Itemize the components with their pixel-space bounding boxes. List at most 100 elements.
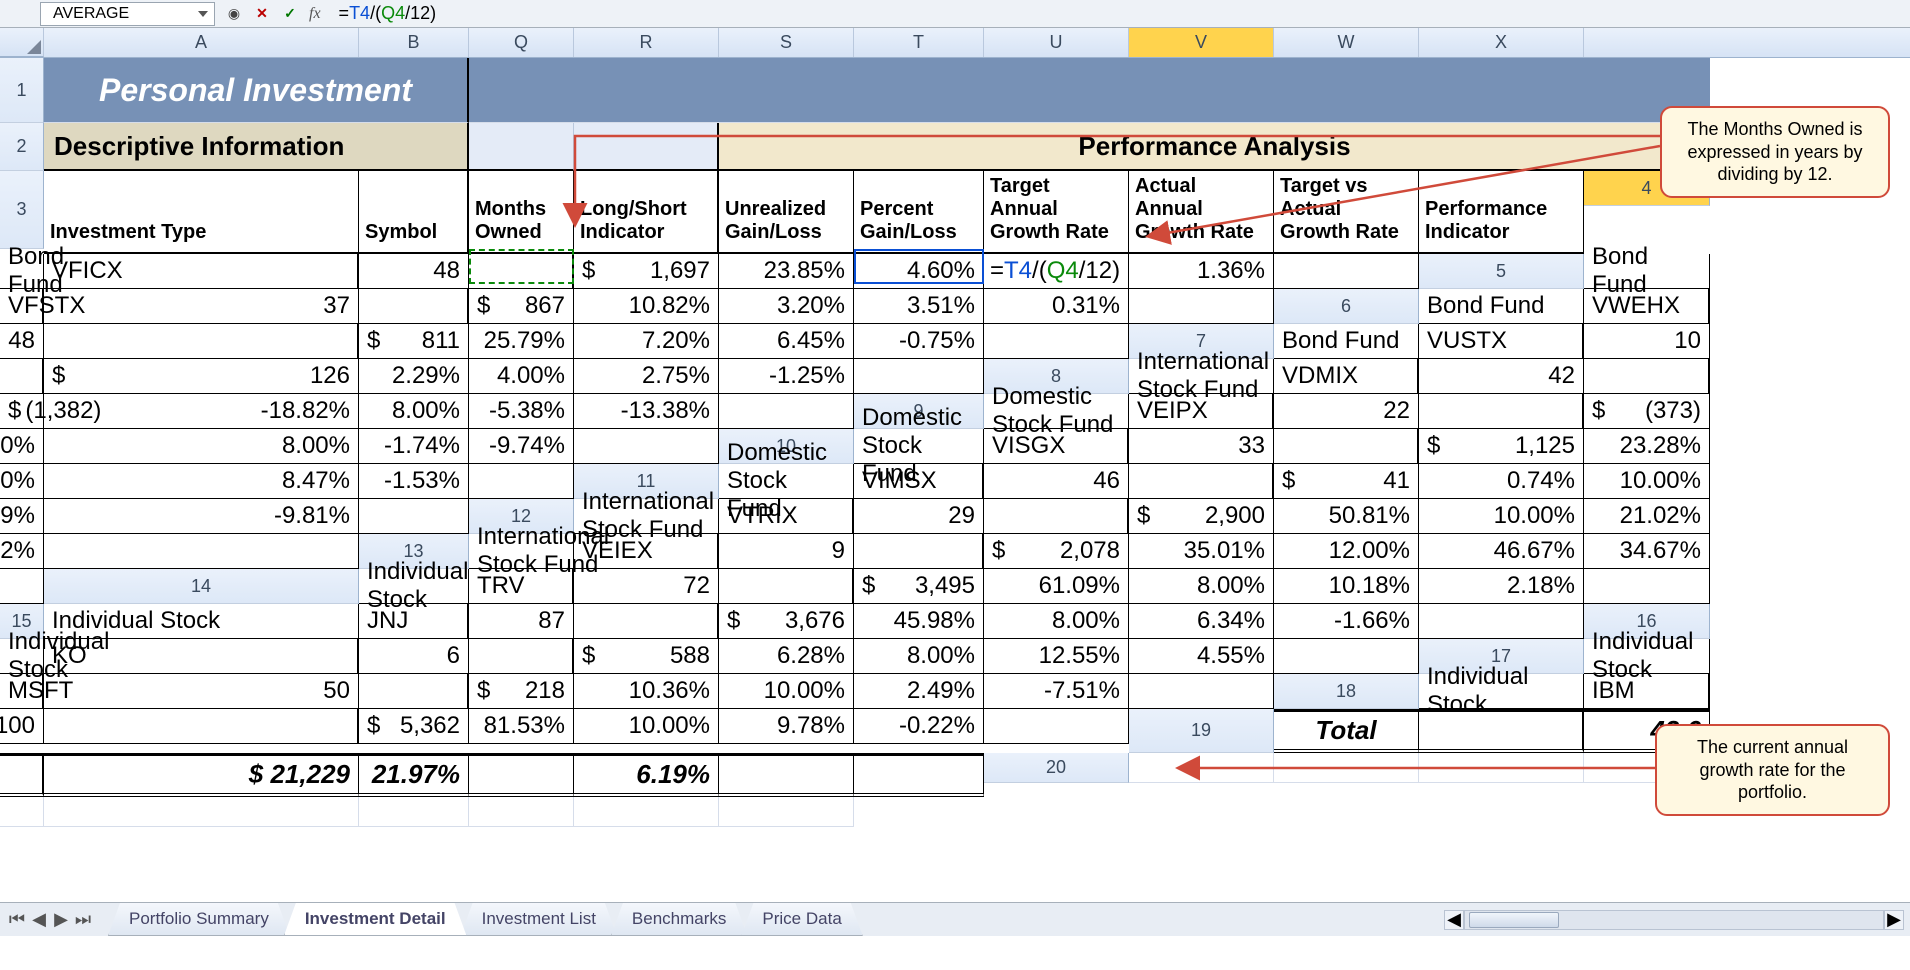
- cell-perf-15[interactable]: [1419, 604, 1584, 639]
- cell-tva-16[interactable]: 4.55%: [1129, 639, 1274, 674]
- cell-tva-13[interactable]: 34.67%: [1584, 534, 1710, 569]
- cell-target-5[interactable]: 3.20%: [719, 289, 854, 324]
- cell-gain-8[interactable]: $(1,382): [0, 394, 44, 429]
- cell-target-7[interactable]: 4.00%: [469, 359, 574, 394]
- row-header-14[interactable]: 14: [44, 569, 359, 604]
- cell-months-8[interactable]: 42: [1419, 359, 1584, 394]
- cell-target-18[interactable]: 10.00%: [574, 709, 719, 744]
- cell-symbol-18[interactable]: IBM: [1584, 674, 1710, 709]
- tab-nav-first[interactable]: ⏮: [6, 909, 28, 931]
- cell-tva-7[interactable]: -1.25%: [719, 359, 854, 394]
- sheet-tab-investment-list[interactable]: Investment List: [461, 903, 617, 936]
- cell-type-7[interactable]: Bond Fund: [1274, 324, 1419, 359]
- col-header-T[interactable]: T: [854, 28, 984, 57]
- cell-type-4[interactable]: Bond Fund: [0, 254, 44, 289]
- sheet-tab-price-data[interactable]: Price Data: [741, 903, 862, 936]
- cell-gain-17[interactable]: $218: [469, 674, 574, 709]
- cell-ls-15[interactable]: [574, 604, 719, 639]
- cell-pct-9[interactable]: -3.20%: [0, 429, 44, 464]
- cell-target-15[interactable]: 8.00%: [984, 604, 1129, 639]
- cell-perf-12[interactable]: [44, 534, 359, 569]
- cell-pct-18[interactable]: 81.53%: [469, 709, 574, 744]
- cell-perf-14[interactable]: [1584, 569, 1710, 604]
- cell-pct-13[interactable]: 35.01%: [1129, 534, 1274, 569]
- cell-type-14[interactable]: Individual Stock: [359, 569, 469, 604]
- cell-gain-15[interactable]: $3,676: [719, 604, 854, 639]
- row-header-5[interactable]: 5: [1419, 254, 1584, 289]
- cell-target-8[interactable]: 8.00%: [359, 394, 469, 429]
- cell-v-14[interactable]: 10.18%: [1274, 569, 1419, 604]
- cell-ls-8[interactable]: [1584, 359, 1710, 394]
- cell-v-6[interactable]: 6.45%: [719, 324, 854, 359]
- cell-v-7[interactable]: 2.75%: [574, 359, 719, 394]
- cell-pct-8[interactable]: -18.82%: [44, 394, 359, 429]
- cell-v-4-editing[interactable]: =T4/(Q4/12): [984, 254, 1129, 289]
- cell-ls-5[interactable]: [359, 289, 469, 324]
- cell-gain-10[interactable]: $1,125: [1419, 429, 1584, 464]
- row-header-3[interactable]: 3: [0, 171, 44, 249]
- cell-type-13[interactable]: International Stock Fund: [469, 534, 574, 569]
- cell-pct-17[interactable]: 10.36%: [574, 674, 719, 709]
- cell-gain-13[interactable]: $2,078: [984, 534, 1129, 569]
- cell-pct-5[interactable]: 10.82%: [574, 289, 719, 324]
- cell-type-16[interactable]: Individual Stock: [0, 639, 44, 674]
- cell-perf-7[interactable]: [854, 359, 984, 394]
- col-header-S[interactable]: S: [719, 28, 854, 57]
- cell-v-10[interactable]: 8.47%: [44, 464, 359, 499]
- cell-gain-16[interactable]: $588: [574, 639, 719, 674]
- cell-ls-14[interactable]: [719, 569, 854, 604]
- row-header-19[interactable]: 19: [1129, 709, 1274, 753]
- formula-input[interactable]: =T4/(Q4/12): [331, 2, 1910, 26]
- hscroll-right[interactable]: ▶: [1884, 910, 1904, 930]
- cell-symbol-16[interactable]: KO: [44, 639, 359, 674]
- row-header-18[interactable]: 18: [1274, 674, 1419, 709]
- cell-gain-11[interactable]: $41: [1274, 464, 1419, 499]
- cell-pct-10[interactable]: 23.28%: [1584, 429, 1710, 464]
- row-header-1[interactable]: 1: [0, 58, 44, 123]
- cell-target-16[interactable]: 8.00%: [854, 639, 984, 674]
- cell-gain-18[interactable]: $5,362: [359, 709, 469, 744]
- cell-v-8[interactable]: -5.38%: [469, 394, 574, 429]
- cell-months-7[interactable]: 10: [1584, 324, 1710, 359]
- cell-v-17[interactable]: 2.49%: [854, 674, 984, 709]
- cell-months-17[interactable]: 50: [44, 674, 359, 709]
- cell-symbol-11[interactable]: VIMSX: [854, 464, 984, 499]
- cell-gain-14[interactable]: $3,495: [854, 569, 984, 604]
- cell-gain-9[interactable]: $(373): [1584, 394, 1710, 429]
- cell-tva-17[interactable]: -7.51%: [984, 674, 1129, 709]
- cell-ls-16[interactable]: [469, 639, 574, 674]
- cell-v-15[interactable]: 6.34%: [1129, 604, 1274, 639]
- fx-icon[interactable]: fx: [309, 5, 321, 23]
- cell-symbol-17[interactable]: MSFT: [0, 674, 44, 709]
- sheet-tab-benchmarks[interactable]: Benchmarks: [611, 903, 747, 936]
- cell-target-13[interactable]: 12.00%: [1274, 534, 1419, 569]
- cell-type-8[interactable]: International Stock Fund: [1129, 359, 1274, 394]
- cell-gain-5[interactable]: $867: [469, 289, 574, 324]
- cell-symbol-6[interactable]: VWEHX: [1584, 289, 1710, 324]
- horizontal-scrollbar[interactable]: ◀ ▶: [1444, 910, 1910, 930]
- cell-target-10[interactable]: 10.00%: [0, 464, 44, 499]
- cell-target-12[interactable]: 10.00%: [1419, 499, 1584, 534]
- cell-perf-9[interactable]: [574, 429, 719, 464]
- cell-target-4[interactable]: 4.60%: [854, 254, 984, 289]
- cell-perf-4[interactable]: [1274, 254, 1419, 289]
- accept-button[interactable]: ✓: [281, 5, 299, 23]
- cell-tva-12[interactable]: 11.02%: [0, 534, 44, 569]
- cell-months-12[interactable]: 29: [854, 499, 984, 534]
- cell-perf-16[interactable]: [1274, 639, 1419, 674]
- cell-perf-13[interactable]: [0, 569, 44, 604]
- hscroll-thumb[interactable]: [1469, 912, 1559, 928]
- cell-perf-17[interactable]: [1129, 674, 1274, 709]
- cell-gain-12[interactable]: $2,900: [1129, 499, 1274, 534]
- cell-ls-17[interactable]: [359, 674, 469, 709]
- cell-target-14[interactable]: 8.00%: [1129, 569, 1274, 604]
- cell-months-6[interactable]: 48: [0, 324, 44, 359]
- cell-ls-11[interactable]: [1129, 464, 1274, 499]
- cell-perf-18[interactable]: [984, 709, 1129, 744]
- name-box[interactable]: AVERAGE: [40, 2, 215, 26]
- grid[interactable]: 1 Personal Investment 2 Descriptive Info…: [0, 58, 1910, 827]
- cell-tva-6[interactable]: -0.75%: [854, 324, 984, 359]
- cell-type-11[interactable]: Domestic Stock Fund: [719, 464, 854, 499]
- cell-symbol-12[interactable]: VTRIX: [719, 499, 854, 534]
- cell-pct-15[interactable]: 45.98%: [854, 604, 984, 639]
